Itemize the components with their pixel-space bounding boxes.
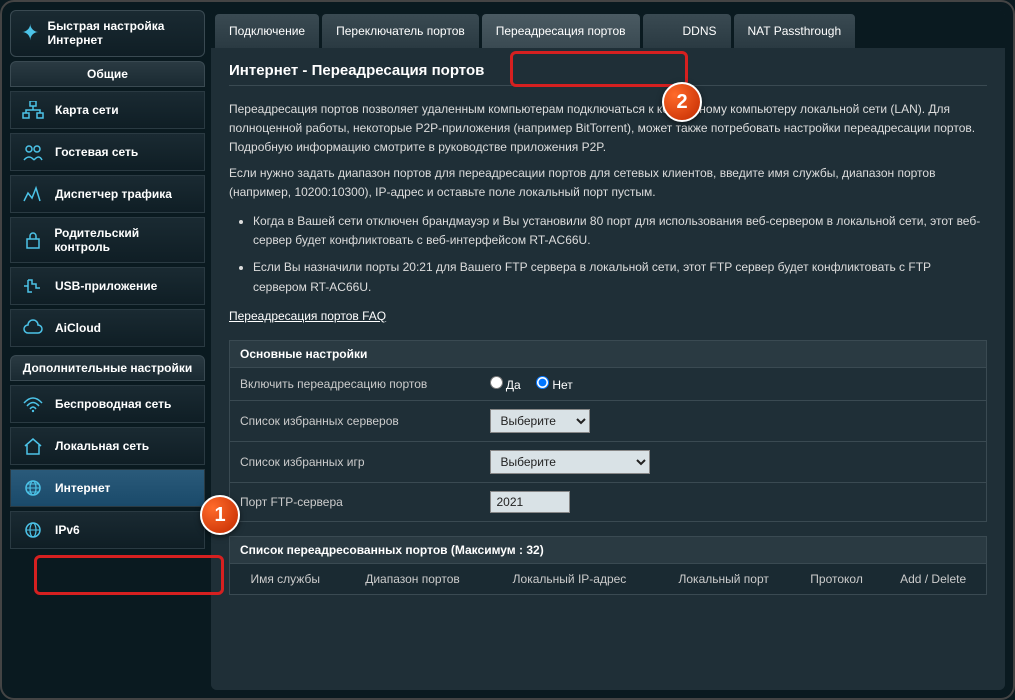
guest-icon (21, 142, 45, 162)
nav-label: IPv6 (55, 523, 80, 537)
wifi-icon (21, 394, 45, 414)
section-basic: Основные настройки (230, 340, 987, 367)
nav-internet[interactable]: Интернет (10, 469, 205, 507)
nav-traffic[interactable]: Диспетчер трафика (10, 175, 205, 213)
col-range: Диапазон портов (340, 563, 484, 594)
quick-setup-label: Быстрая настройка Интернет (47, 19, 194, 48)
network-icon (21, 100, 45, 120)
nav-aicloud[interactable]: AiCloud (10, 309, 205, 347)
cloud-icon (21, 318, 45, 338)
tab-ddns[interactable]: DDNS (643, 14, 731, 48)
games-select[interactable]: Выберите (490, 450, 650, 474)
faq-link[interactable]: Переадресация портов FAQ (229, 309, 386, 323)
nav-label: Гостевая сеть (55, 145, 138, 159)
nav-label: Локальная сеть (55, 439, 149, 453)
servers-label: Список избранных серверов (230, 400, 480, 441)
nav-guest[interactable]: Гостевая сеть (10, 133, 205, 171)
globe-icon (21, 520, 45, 540)
servers-select[interactable]: Выберите (490, 409, 590, 433)
nav-usb[interactable]: USB-приложение (10, 267, 205, 305)
games-label: Список избранных игр (230, 441, 480, 482)
enable-label: Включить переадресацию портов (230, 367, 480, 400)
nav-parental[interactable]: Родительский контроль (10, 217, 205, 263)
radio-no[interactable]: Нет (536, 378, 573, 392)
wand-icon: ✦ (21, 20, 39, 46)
col-add-delete: Add / Delete (880, 563, 986, 594)
section-header-advanced: Дополнительные настройки (10, 355, 205, 381)
nav-label: Родительский контроль (54, 226, 194, 254)
lock-icon (21, 230, 44, 250)
ftp-label: Порт FTP-сервера (230, 482, 480, 521)
nav-label: Беспроводная сеть (55, 397, 171, 411)
traffic-icon (21, 184, 45, 204)
section-header-general: Общие (10, 61, 205, 87)
col-ip: Локальный IP-адрес (485, 563, 655, 594)
nav-label: USB-приложение (55, 279, 157, 293)
nav-label: AiCloud (55, 321, 101, 335)
page-title: Интернет - Переадресация портов (229, 62, 987, 79)
enable-radio-group: Да Нет (490, 378, 585, 392)
nav-wireless[interactable]: Беспроводная сеть (10, 385, 205, 423)
basic-settings-table: Основные настройки Включить переадресаци… (229, 340, 987, 522)
nav-network-map[interactable]: Карта сети (10, 91, 205, 129)
quick-setup[interactable]: ✦ Быстрая настройка Интернет (10, 10, 205, 57)
tab-connection[interactable]: Подключение (215, 14, 319, 48)
tabs: Подключение Переключатель портов Переадр… (211, 10, 1005, 48)
port-list-table: Список переадресованных портов (Максимум… (229, 536, 987, 595)
col-service: Имя службы (230, 563, 341, 594)
col-protocol: Протокол (793, 563, 880, 594)
home-icon (21, 436, 45, 456)
port-list-header: Список переадресованных портов (Максимум… (230, 536, 987, 563)
nav-label: Интернет (55, 481, 110, 495)
tab-nat[interactable]: NAT Passthrough (734, 14, 856, 48)
nav-label: Карта сети (55, 103, 119, 117)
nav-ipv6[interactable]: IPv6 (10, 511, 205, 549)
ftp-port-input[interactable] (490, 491, 570, 513)
nav-lan[interactable]: Локальная сеть (10, 427, 205, 465)
description: Переадресация портов позволяет удаленным… (229, 100, 987, 326)
divider (229, 85, 987, 86)
tab-port-trigger[interactable]: Переключатель портов (322, 14, 479, 48)
nav-label: Диспетчер трафика (55, 187, 172, 201)
usb-icon (21, 276, 45, 296)
col-local-port: Локальный порт (654, 563, 792, 594)
globe-icon (21, 478, 45, 498)
tab-port-forward[interactable]: Переадресация портов (482, 14, 640, 48)
radio-yes[interactable]: Да (490, 378, 521, 392)
